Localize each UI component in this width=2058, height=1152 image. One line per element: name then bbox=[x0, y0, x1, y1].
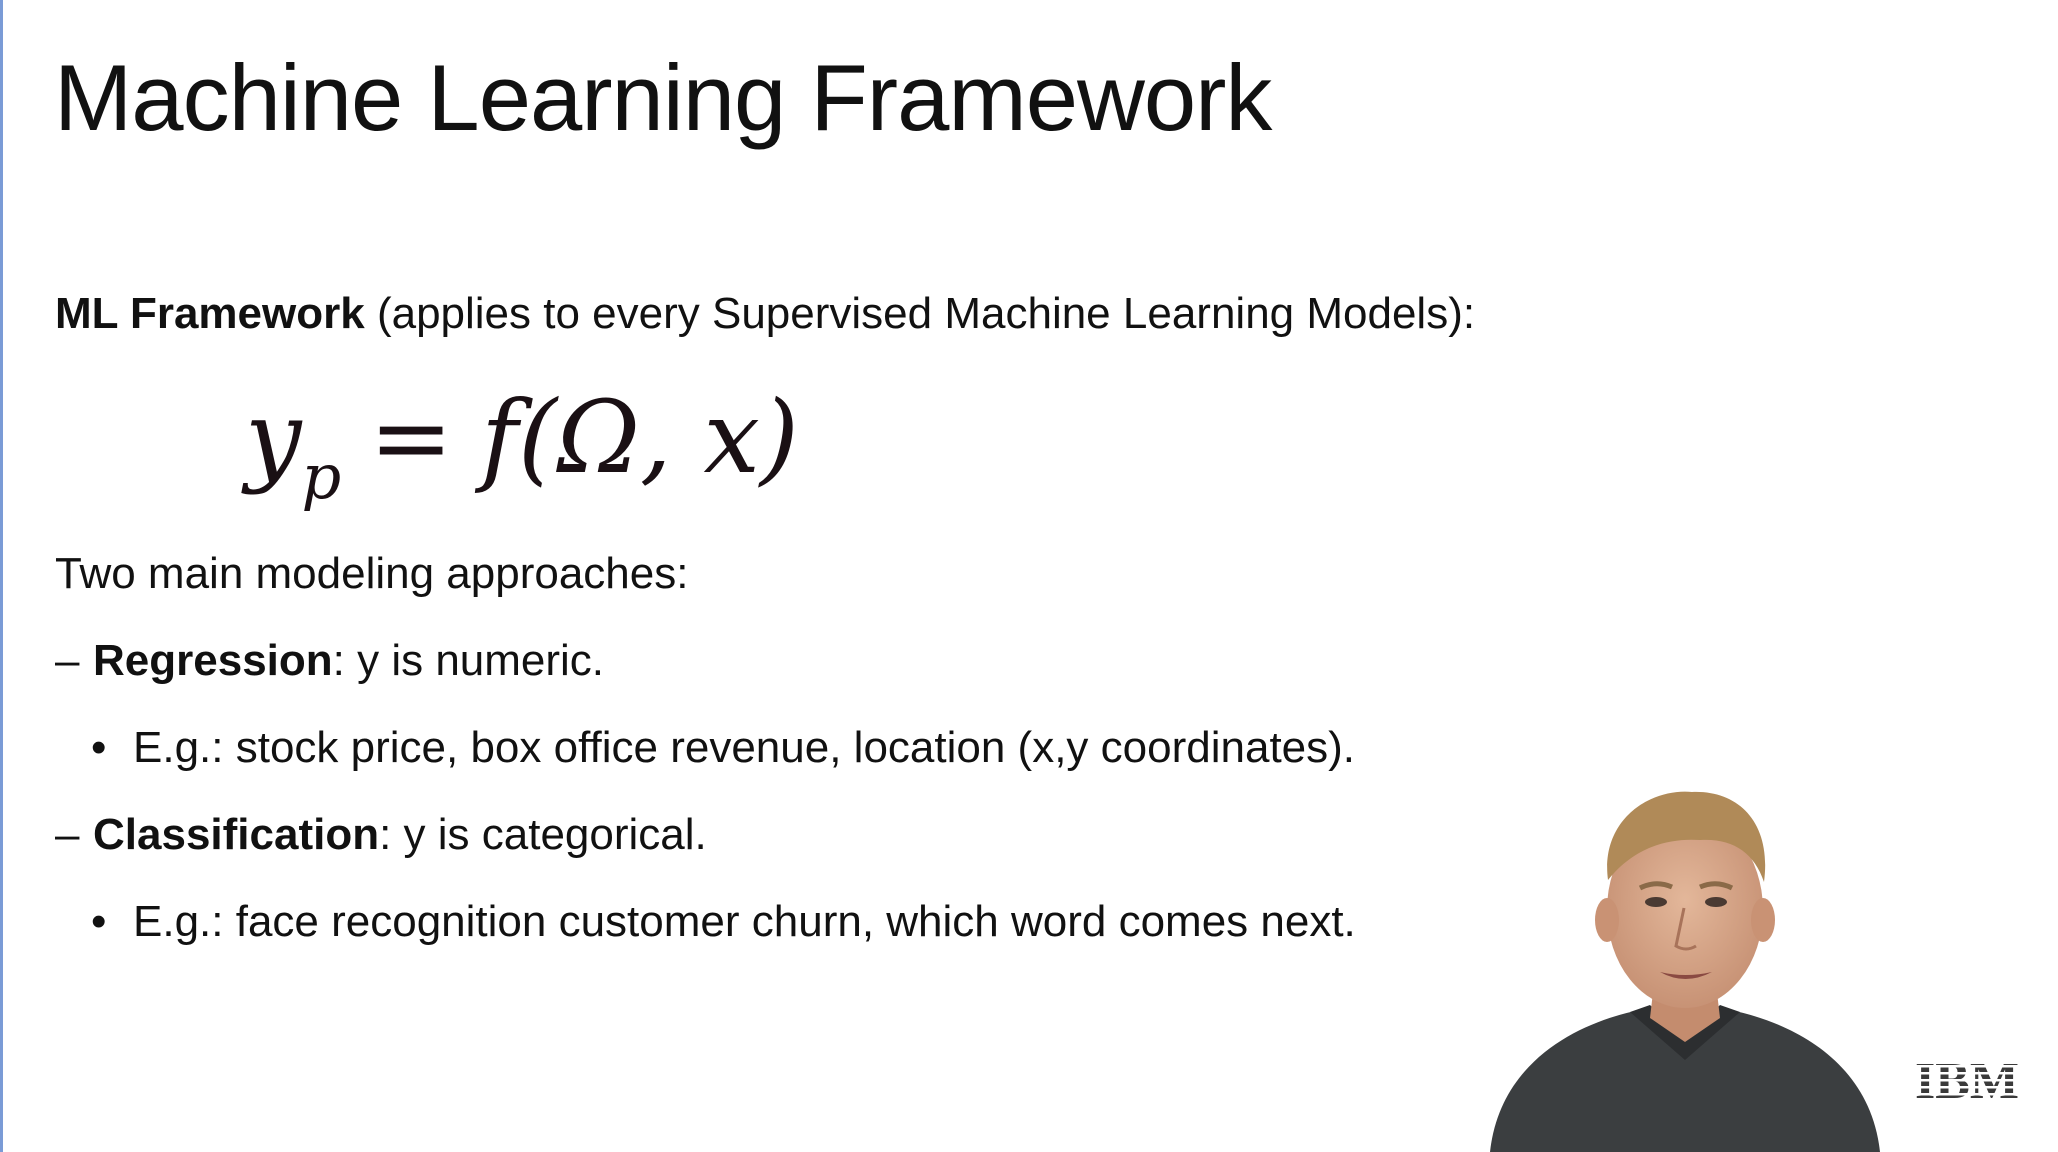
classification-example: • E.g.: face recognition customer churn, … bbox=[91, 894, 1356, 950]
classification-term: Classification bbox=[93, 810, 380, 859]
bullet-marker: • bbox=[91, 723, 107, 772]
intro-text: (applies to every Supervised Machine Lea… bbox=[364, 289, 1476, 338]
formula-rhs: f(Ω, x) bbox=[481, 379, 799, 496]
formula-lhs: y bbox=[245, 379, 302, 496]
classification-item: – Classification: y is categorical. bbox=[55, 807, 707, 863]
classification-example-text: E.g.: face recognition customer churn, w… bbox=[133, 897, 1356, 946]
formula: yp = f(Ω, x) bbox=[245, 378, 799, 537]
ibm-logo-text: IBM bbox=[1915, 1053, 2019, 1105]
slide-left-edge bbox=[0, 0, 3, 1152]
dash-marker: – bbox=[55, 636, 80, 685]
regression-item: – Regression: y is numeric. bbox=[55, 633, 604, 689]
dash-marker: – bbox=[55, 810, 80, 859]
intro-bold-term: ML Framework bbox=[55, 289, 365, 338]
formula-lhs-subscript: p bbox=[301, 440, 342, 513]
intro-line: ML Framework (applies to every Supervise… bbox=[55, 286, 1475, 342]
formula-equals: = bbox=[369, 379, 453, 496]
regression-desc: : y is numeric. bbox=[332, 636, 605, 685]
presenter-video bbox=[1490, 791, 1880, 1152]
regression-example: • E.g.: stock price, box office revenue, … bbox=[91, 720, 1355, 776]
regression-term: Regression bbox=[93, 636, 333, 685]
slide: Machine Learning Framework ML Framework … bbox=[0, 0, 2058, 1152]
classification-desc: : y is categorical. bbox=[379, 810, 707, 859]
ibm-logo: IBM bbox=[1915, 1053, 2019, 1105]
bullet-marker: • bbox=[91, 897, 107, 946]
approaches-heading: Two main modeling approaches: bbox=[55, 549, 689, 598]
regression-example-text: E.g.: stock price, box office revenue, l… bbox=[133, 723, 1356, 772]
slide-title: Machine Learning Framework bbox=[54, 45, 1272, 150]
